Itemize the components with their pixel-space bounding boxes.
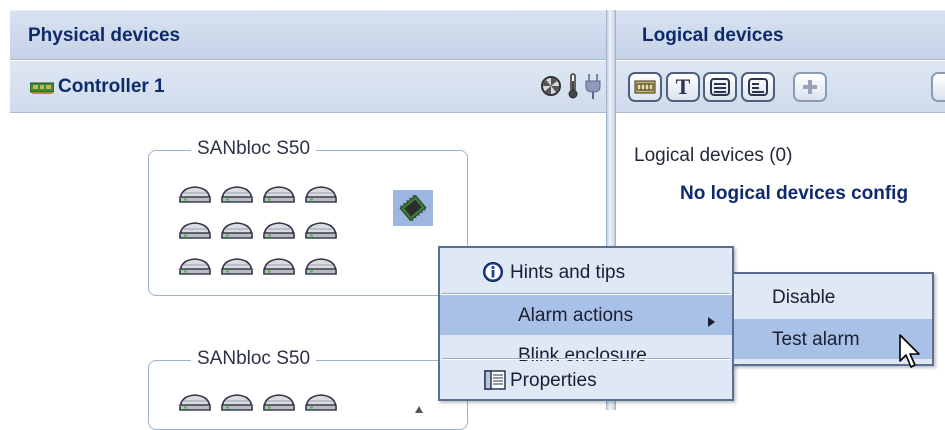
list-view-button[interactable] <box>703 72 737 102</box>
menu-item-label: Disable <box>772 287 836 308</box>
text-view-button[interactable]: T <box>666 72 700 102</box>
controller-bar[interactable]: Controller 1 <box>10 61 606 113</box>
disk-drive-icon[interactable] <box>304 184 338 204</box>
logical-devices-header: Logical devices <box>616 10 945 60</box>
add-logical-device-button[interactable] <box>793 72 827 102</box>
power-plug-icon[interactable] <box>585 73 601 99</box>
mouse-cursor-icon <box>898 333 924 373</box>
text-t-icon: T <box>675 74 691 99</box>
disk-view-button[interactable] <box>628 72 662 102</box>
fan-status-icon[interactable] <box>540 75 562 97</box>
disk-drive-icon[interactable] <box>262 392 296 412</box>
menu-item-label: Properties <box>510 370 597 391</box>
enclosure-1-label: SANbloc S50 <box>191 138 317 160</box>
disk-drive-icon[interactable] <box>220 184 254 204</box>
menu-item-label: Hints and tips <box>510 262 626 283</box>
disk-drive-icon[interactable] <box>304 220 338 240</box>
disk-view-icon <box>634 80 656 94</box>
menu-item-hints-and-tips[interactable]: Hints and tips <box>440 252 732 292</box>
disk-drive-icon[interactable] <box>304 392 338 412</box>
more-toolbar-button[interactable] <box>931 72 945 102</box>
no-logical-devices-message: No logical devices config <box>680 183 909 204</box>
properties-icon <box>484 370 506 390</box>
disk-drive-icon[interactable] <box>178 220 212 240</box>
menu-item-label: Alarm actions <box>518 305 634 326</box>
enclosure-2-label: SANbloc S50 <box>191 348 317 370</box>
menu-item-label: Test alarm <box>772 329 860 350</box>
controller-card-icon <box>29 81 55 94</box>
chip-icon <box>415 406 423 413</box>
submenu-item-disable[interactable]: Disable <box>734 277 932 317</box>
plus-icon <box>803 80 817 94</box>
disk-drive-icon[interactable] <box>262 184 296 204</box>
disk-drive-icon[interactable] <box>220 220 254 240</box>
disk-drive-icon[interactable] <box>262 256 296 276</box>
enclosure-2-module[interactable] <box>411 400 427 413</box>
disk-drive-icon[interactable] <box>220 256 254 276</box>
disk-drive-icon[interactable] <box>262 220 296 240</box>
disk-drive-icon[interactable] <box>220 392 254 412</box>
menu-item-properties[interactable]: Properties <box>440 360 732 400</box>
disk-drive-icon[interactable] <box>178 256 212 276</box>
temperature-icon[interactable] <box>567 73 579 99</box>
logical-devices-count: Logical devices (0) <box>634 145 793 166</box>
physical-devices-title: Physical devices <box>28 25 181 46</box>
disk-drive-icon[interactable] <box>304 256 338 276</box>
disk-drive-icon[interactable] <box>178 184 212 204</box>
list-icon <box>710 78 730 96</box>
physical-devices-header: Physical devices <box>10 10 606 60</box>
disk-drive-icon[interactable] <box>178 392 212 412</box>
details-view-button[interactable] <box>741 72 775 102</box>
context-menu: Hints and tips Alarm actions Blink enclo… <box>438 246 734 401</box>
enclosure-module-selected[interactable] <box>393 190 433 226</box>
submenu-arrow-icon <box>708 311 715 333</box>
controller-label: Controller 1 <box>58 76 165 97</box>
info-icon <box>482 261 504 283</box>
chip-icon <box>399 194 427 222</box>
logical-devices-title: Logical devices <box>642 25 784 46</box>
menu-item-alarm-actions[interactable]: Alarm actions <box>440 295 732 335</box>
details-icon <box>748 78 768 96</box>
